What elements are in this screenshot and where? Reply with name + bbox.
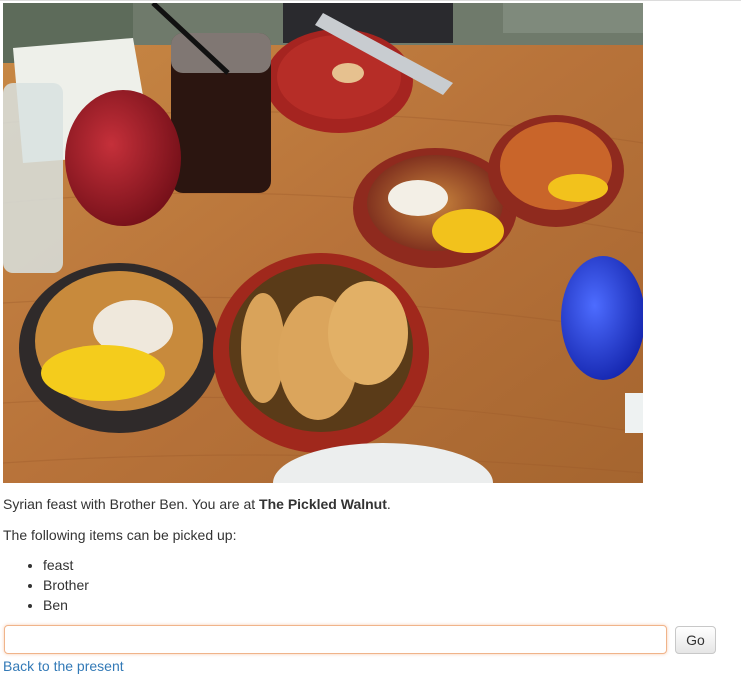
back-to-present-link[interactable]: Back to the present [3, 657, 124, 675]
list-item: feast [43, 555, 89, 575]
pickup-intro: The following items can be picked up: [3, 527, 237, 543]
feast-photo [3, 3, 643, 483]
location-caption: Syrian feast with Brother Ben. You are a… [3, 494, 391, 514]
top-divider [0, 0, 741, 1]
command-input[interactable] [4, 625, 667, 654]
list-item: Ben [43, 595, 89, 615]
caption-end: . [386, 496, 391, 512]
list-item: Brother [43, 575, 89, 595]
pickup-item-list: feast Brother Ben [3, 555, 89, 615]
caption-text: Syrian feast with Brother Ben. You are a… [3, 496, 260, 512]
location-name: The Pickled Walnut [259, 496, 387, 512]
go-button[interactable]: Go [675, 626, 716, 654]
